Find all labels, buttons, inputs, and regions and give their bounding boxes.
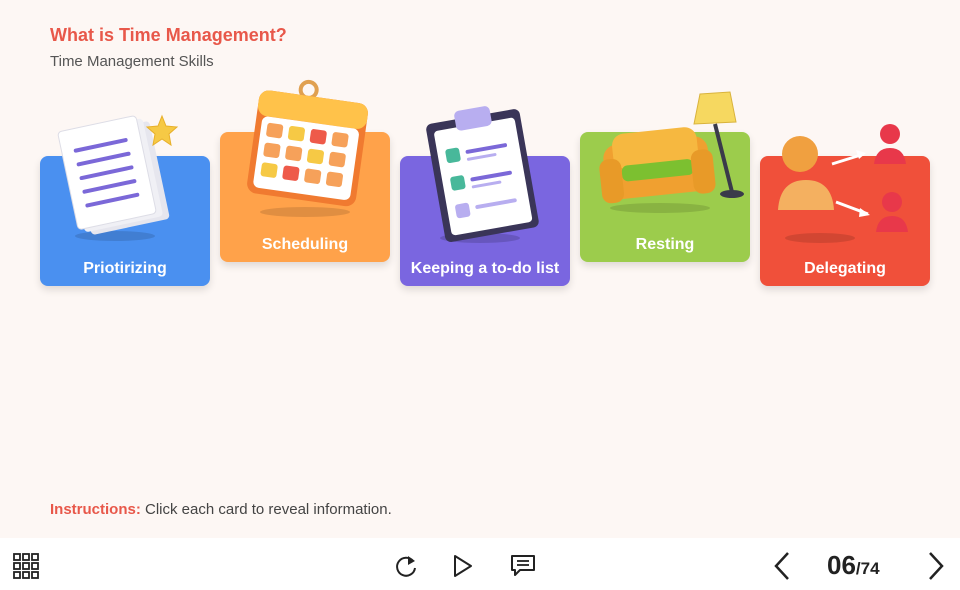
calendar-icon [247,79,368,217]
play-icon[interactable] [452,553,474,579]
document-star-icon [57,114,179,241]
card-todo-list[interactable]: Keeping a to-do list [400,106,570,286]
people-arrows-icon [778,124,908,243]
card-label: Delegating [804,260,886,277]
chevron-left-icon[interactable] [772,551,792,581]
page-current: 06 [827,550,856,580]
page-title: What is Time Management? [50,25,287,45]
grid-menu-icon[interactable] [13,553,39,579]
bottom-toolbar [0,538,960,590]
card-resting[interactable]: Resting [580,91,750,262]
card-label: Resting [635,236,695,253]
instructions: Instructions: Click each card to reveal … [50,501,392,518]
page-subtitle: Time Management Skills [50,53,214,70]
notes-icon[interactable] [510,553,536,579]
card-scheduling[interactable]: Scheduling [220,79,390,262]
chevron-right-icon[interactable] [926,551,946,581]
card-delegating[interactable]: Delegating [760,124,930,286]
armchair-lamp-icon [599,91,744,213]
card-label: Keeping a to-do list [410,260,560,277]
page-counter: 06/74 [827,550,880,581]
card-prioritizing[interactable]: Priotirizing [40,114,210,286]
page-total: /74 [855,559,880,578]
card-label: Priotirizing [83,260,167,277]
replay-icon[interactable] [394,553,418,579]
instructions-lead: Instructions: [50,501,141,518]
clipboard-checklist-icon [426,106,539,243]
card-label: Scheduling [261,236,349,253]
instructions-text: Click each card to reveal information. [140,501,392,518]
